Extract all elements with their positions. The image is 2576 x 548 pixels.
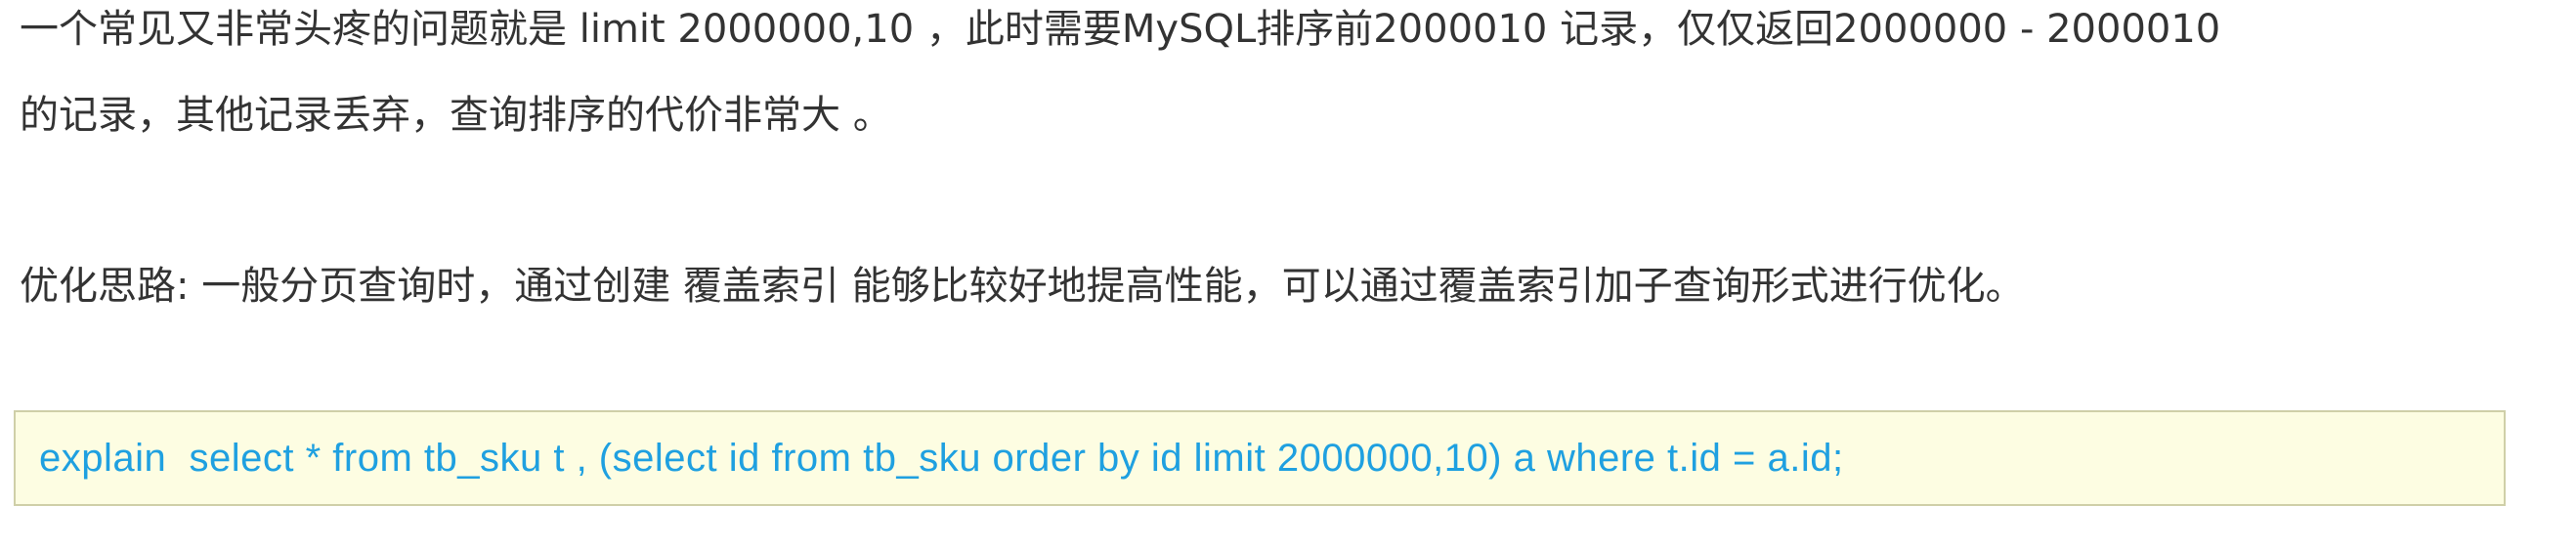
paragraph-optimization-idea: 优化思路: 一般分页查询时，通过创建 覆盖索引 能够比较好地提高性能，可以通过覆… xyxy=(20,264,2025,309)
code-sql-statement[interactable]: explain select * from tb_sku t , (select… xyxy=(39,437,1844,481)
paragraph-limit-problem-line2: 的记录，其他记录丢弃，查询排序的代价非常大 。 xyxy=(20,93,892,138)
paragraph-limit-problem-line1: 一个常见又非常头疼的问题就是 limit 2000000,10 ，此时需要MyS… xyxy=(20,7,2221,52)
code-block: explain select * from tb_sku t , (select… xyxy=(14,410,2506,506)
